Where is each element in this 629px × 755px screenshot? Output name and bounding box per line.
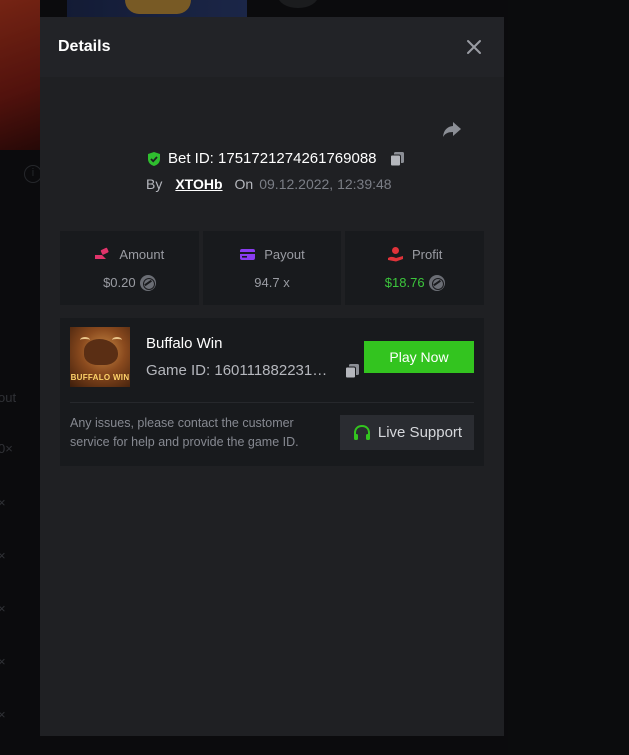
game-thumbnail-title: BUFFALO WIN [70,373,130,382]
stat-value: $0.20 [103,274,156,291]
stat-header: Amount [94,246,164,263]
stat-header: Profit [387,246,442,263]
stat-label: Profit [412,246,443,262]
on-label: On [234,176,254,192]
game-thumbnail[interactable]: BUFFALO WIN [70,327,130,387]
profit-value: $18.76 [384,275,425,290]
headset-icon [353,424,370,440]
game-id: Game ID: 16011188223109... [146,362,332,379]
bet-id-row: Bet ID: 1751721274261769088 [146,150,405,167]
stat-profit: Profit $18.76 [345,231,485,305]
play-now-button[interactable]: Play Now [364,341,474,373]
close-icon [467,40,481,54]
payout-value: 94.7 x [254,275,290,290]
coin-icon [139,274,156,291]
horn-shape [112,337,122,343]
shield-check-icon [148,151,160,166]
amount-icon [95,247,109,259]
copy-icon[interactable] [389,151,405,167]
bet-stats: Amount $0.20 Payout 94.7 x Profit $18.76 [60,231,485,305]
live-support-label: Live Support [377,424,463,441]
stat-value: $18.76 [384,274,445,291]
support-text: Any issues, please contact the customer … [70,416,299,449]
copy-icon[interactable] [344,363,360,379]
live-support-button[interactable]: Live Support [340,415,474,450]
stat-value: 94.7 x [254,275,289,290]
stat-label: Amount [119,246,165,262]
by-label: By [146,176,163,192]
profit-icon [388,246,403,261]
payout-icon [240,249,256,260]
coin-icon [428,274,445,291]
buffalo-image [84,339,118,365]
stat-header: Payout [239,246,305,263]
share-button[interactable] [440,117,464,141]
game-card: BUFFALO WIN Buffalo Win Game ID: 1601118… [60,318,484,466]
close-button[interactable] [465,38,483,56]
modal-title: Details [58,38,111,55]
horn-shape [80,337,90,343]
bet-meta-row: By XTOHb On 09.12.2022, 12:39:48 [146,176,392,192]
user-link[interactable]: XTOHb [175,176,222,192]
game-id-row: Game ID: 16011188223109... [146,362,360,379]
amount-value: $0.20 [103,275,136,290]
stat-label: Payout [264,247,305,262]
divider [70,402,474,403]
game-name: Buffalo Win [146,335,223,352]
bet-id: Bet ID: 1751721274261769088 [168,150,377,167]
modal-header: Details [40,17,504,77]
stat-payout: Payout 94.7 x [202,231,342,305]
bet-details-modal: Details Bet ID: 1751721274261769088 By X… [40,17,504,736]
share-icon [443,122,461,137]
stat-amount: Amount $0.20 [60,231,199,305]
bet-date: 09.12.2022, 12:39:48 [259,176,392,192]
